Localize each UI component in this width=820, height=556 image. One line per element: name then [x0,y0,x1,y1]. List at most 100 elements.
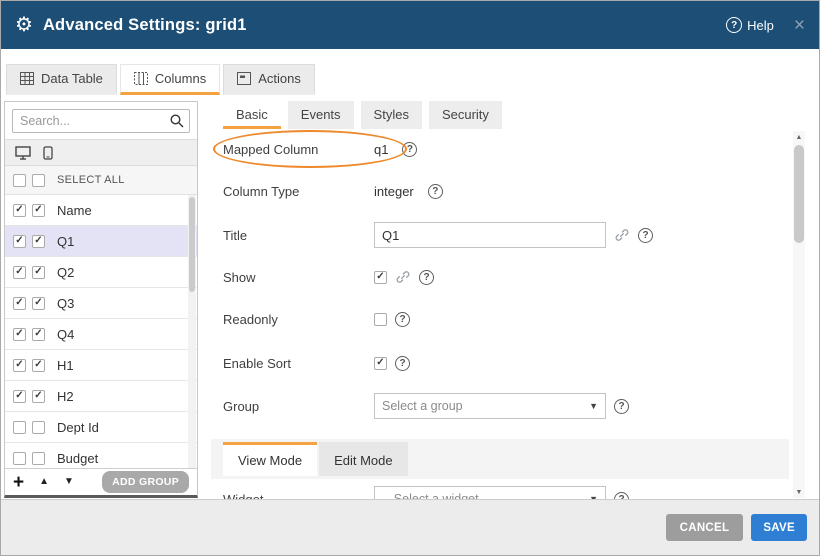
select-all-row[interactable]: SELECT ALL [5,166,197,195]
tab-view-mode[interactable]: View Mode [223,442,317,476]
readonly-checkbox[interactable] [374,313,387,326]
desktop-checkbox[interactable]: ✓ [13,297,26,310]
mobile-checkbox[interactable]: ✓ [32,359,45,372]
group-help-icon[interactable] [614,399,629,414]
add-column-icon[interactable] [13,473,24,492]
dialog-footer: CANCEL SAVE [1,499,819,555]
tab-data-table[interactable]: Data Table [6,64,117,95]
move-down-icon[interactable] [64,477,74,487]
actions-icon [237,72,251,85]
tab-columns[interactable]: Columns [120,64,220,95]
detail-tab-bar: Basic Events Styles Security [211,101,789,129]
advanced-settings-dialog: Advanced Settings: grid1 Help Data Table… [0,0,820,556]
column-list-item[interactable]: Budget [5,443,197,469]
title-input[interactable] [374,222,606,248]
widget-help-icon[interactable] [614,492,629,500]
close-icon[interactable] [794,16,805,35]
add-group-button[interactable]: ADD GROUP [102,471,189,493]
scroll-up-icon[interactable] [793,131,805,143]
desktop-checkbox[interactable]: ✓ [13,204,26,217]
column-type-help-icon[interactable] [428,184,443,199]
select-all-desktop-checkbox[interactable] [13,174,26,187]
readonly-help-icon[interactable] [395,312,410,327]
tab-label: Actions [258,71,301,86]
tab-label: Data Table [41,71,103,86]
widget-select[interactable]: -- Select a widget -- [374,486,606,499]
mapped-column-value: q1 [374,142,388,157]
scroll-down-icon[interactable] [793,486,805,498]
column-list-item[interactable]: ✓ ✓ Q2 [5,257,197,288]
desktop-checkbox[interactable]: ✓ [13,266,26,279]
column-label: Name [57,203,92,218]
desktop-checkbox[interactable]: ✓ [13,390,26,403]
save-button[interactable]: SAVE [751,514,807,541]
desktop-checkbox[interactable] [13,452,26,465]
mobile-checkbox[interactable]: ✓ [32,204,45,217]
desktop-checkbox[interactable]: ✓ [13,235,26,248]
show-link-icon[interactable] [395,269,411,285]
show-help-icon[interactable] [419,270,434,285]
column-list-item[interactable]: ✓ ✓ Name [5,195,197,226]
mobile-checkbox[interactable] [32,421,45,434]
desktop-checkbox[interactable]: ✓ [13,328,26,341]
mobile-checkbox[interactable] [32,452,45,465]
tab-actions[interactable]: Actions [223,64,315,95]
column-label: Q3 [57,296,74,311]
mobile-checkbox[interactable]: ✓ [32,266,45,279]
title-help-icon[interactable] [638,228,653,243]
column-label: Dept Id [57,420,99,435]
mobile-checkbox[interactable]: ✓ [32,328,45,341]
cancel-button[interactable]: CANCEL [666,514,744,541]
columns-list-panel: SELECT ALL ✓✓Name✓✓Q1✓✓Q2✓✓Q3✓✓Q4✓✓H1✓✓H… [4,101,198,498]
desktop-checkbox[interactable]: ✓ [13,359,26,372]
enable-sort-help-icon[interactable] [395,356,410,371]
search-input[interactable] [12,109,190,133]
columns-icon [134,72,148,85]
mobile-icon[interactable] [43,146,53,160]
column-list-item[interactable]: ✓ ✓ Q1 [5,226,197,257]
content-scrollbar-thumb[interactable] [794,145,804,243]
help-icon[interactable] [726,17,742,33]
show-label: Show [223,270,366,285]
tab-events[interactable]: Events [288,101,354,129]
widget-select-value: -- Select a widget -- [382,492,589,499]
column-list-item[interactable]: ✓✓H2 [5,381,197,412]
column-list-item[interactable]: Dept Id [5,412,197,443]
column-list-item[interactable]: ✓ ✓ Q3 [5,288,197,319]
column-list-item[interactable]: ✓✓Q4 [5,319,197,350]
desktop-icon[interactable] [15,146,31,160]
enable-sort-row: Enable Sort ✓ [223,350,410,376]
select-all-mobile-checkbox[interactable] [32,174,45,187]
dialog-title: Advanced Settings: grid1 [43,16,247,35]
tab-edit-mode[interactable]: Edit Mode [319,442,408,476]
mode-tab-bar: View Mode Edit Mode [211,439,789,479]
move-up-icon[interactable] [39,477,49,487]
list-scrollbar-thumb[interactable] [189,197,195,292]
search-icon[interactable] [169,113,185,129]
desktop-checkbox[interactable] [13,421,26,434]
column-label: Q2 [57,265,74,280]
mapped-column-help-icon[interactable] [402,142,417,157]
column-label: Q1 [57,234,74,249]
title-link-icon[interactable] [614,227,630,243]
content-scrollbar[interactable] [793,131,805,498]
list-scrollbar[interactable] [188,195,196,469]
mobile-checkbox[interactable]: ✓ [32,297,45,310]
group-select[interactable]: Select a group [374,393,606,419]
help-link[interactable]: Help [747,18,774,33]
tab-security[interactable]: Security [429,101,502,129]
column-list-item[interactable]: ✓✓H1 [5,350,197,381]
column-type-row: Column Type integer [223,178,443,204]
enable-sort-checkbox[interactable]: ✓ [374,357,387,370]
widget-row: Widget -- Select a widget -- [223,486,629,499]
mobile-checkbox[interactable]: ✓ [32,390,45,403]
show-checkbox[interactable]: ✓ [374,271,387,284]
tab-styles[interactable]: Styles [361,101,422,129]
tab-basic[interactable]: Basic [223,101,281,129]
mobile-checkbox[interactable]: ✓ [32,235,45,248]
column-type-value: integer [374,184,414,199]
title-row: Title [223,222,653,248]
group-row: Group Select a group [223,393,629,419]
main-tab-bar: Data Table Columns Actions [6,64,315,95]
group-label: Group [223,399,366,414]
